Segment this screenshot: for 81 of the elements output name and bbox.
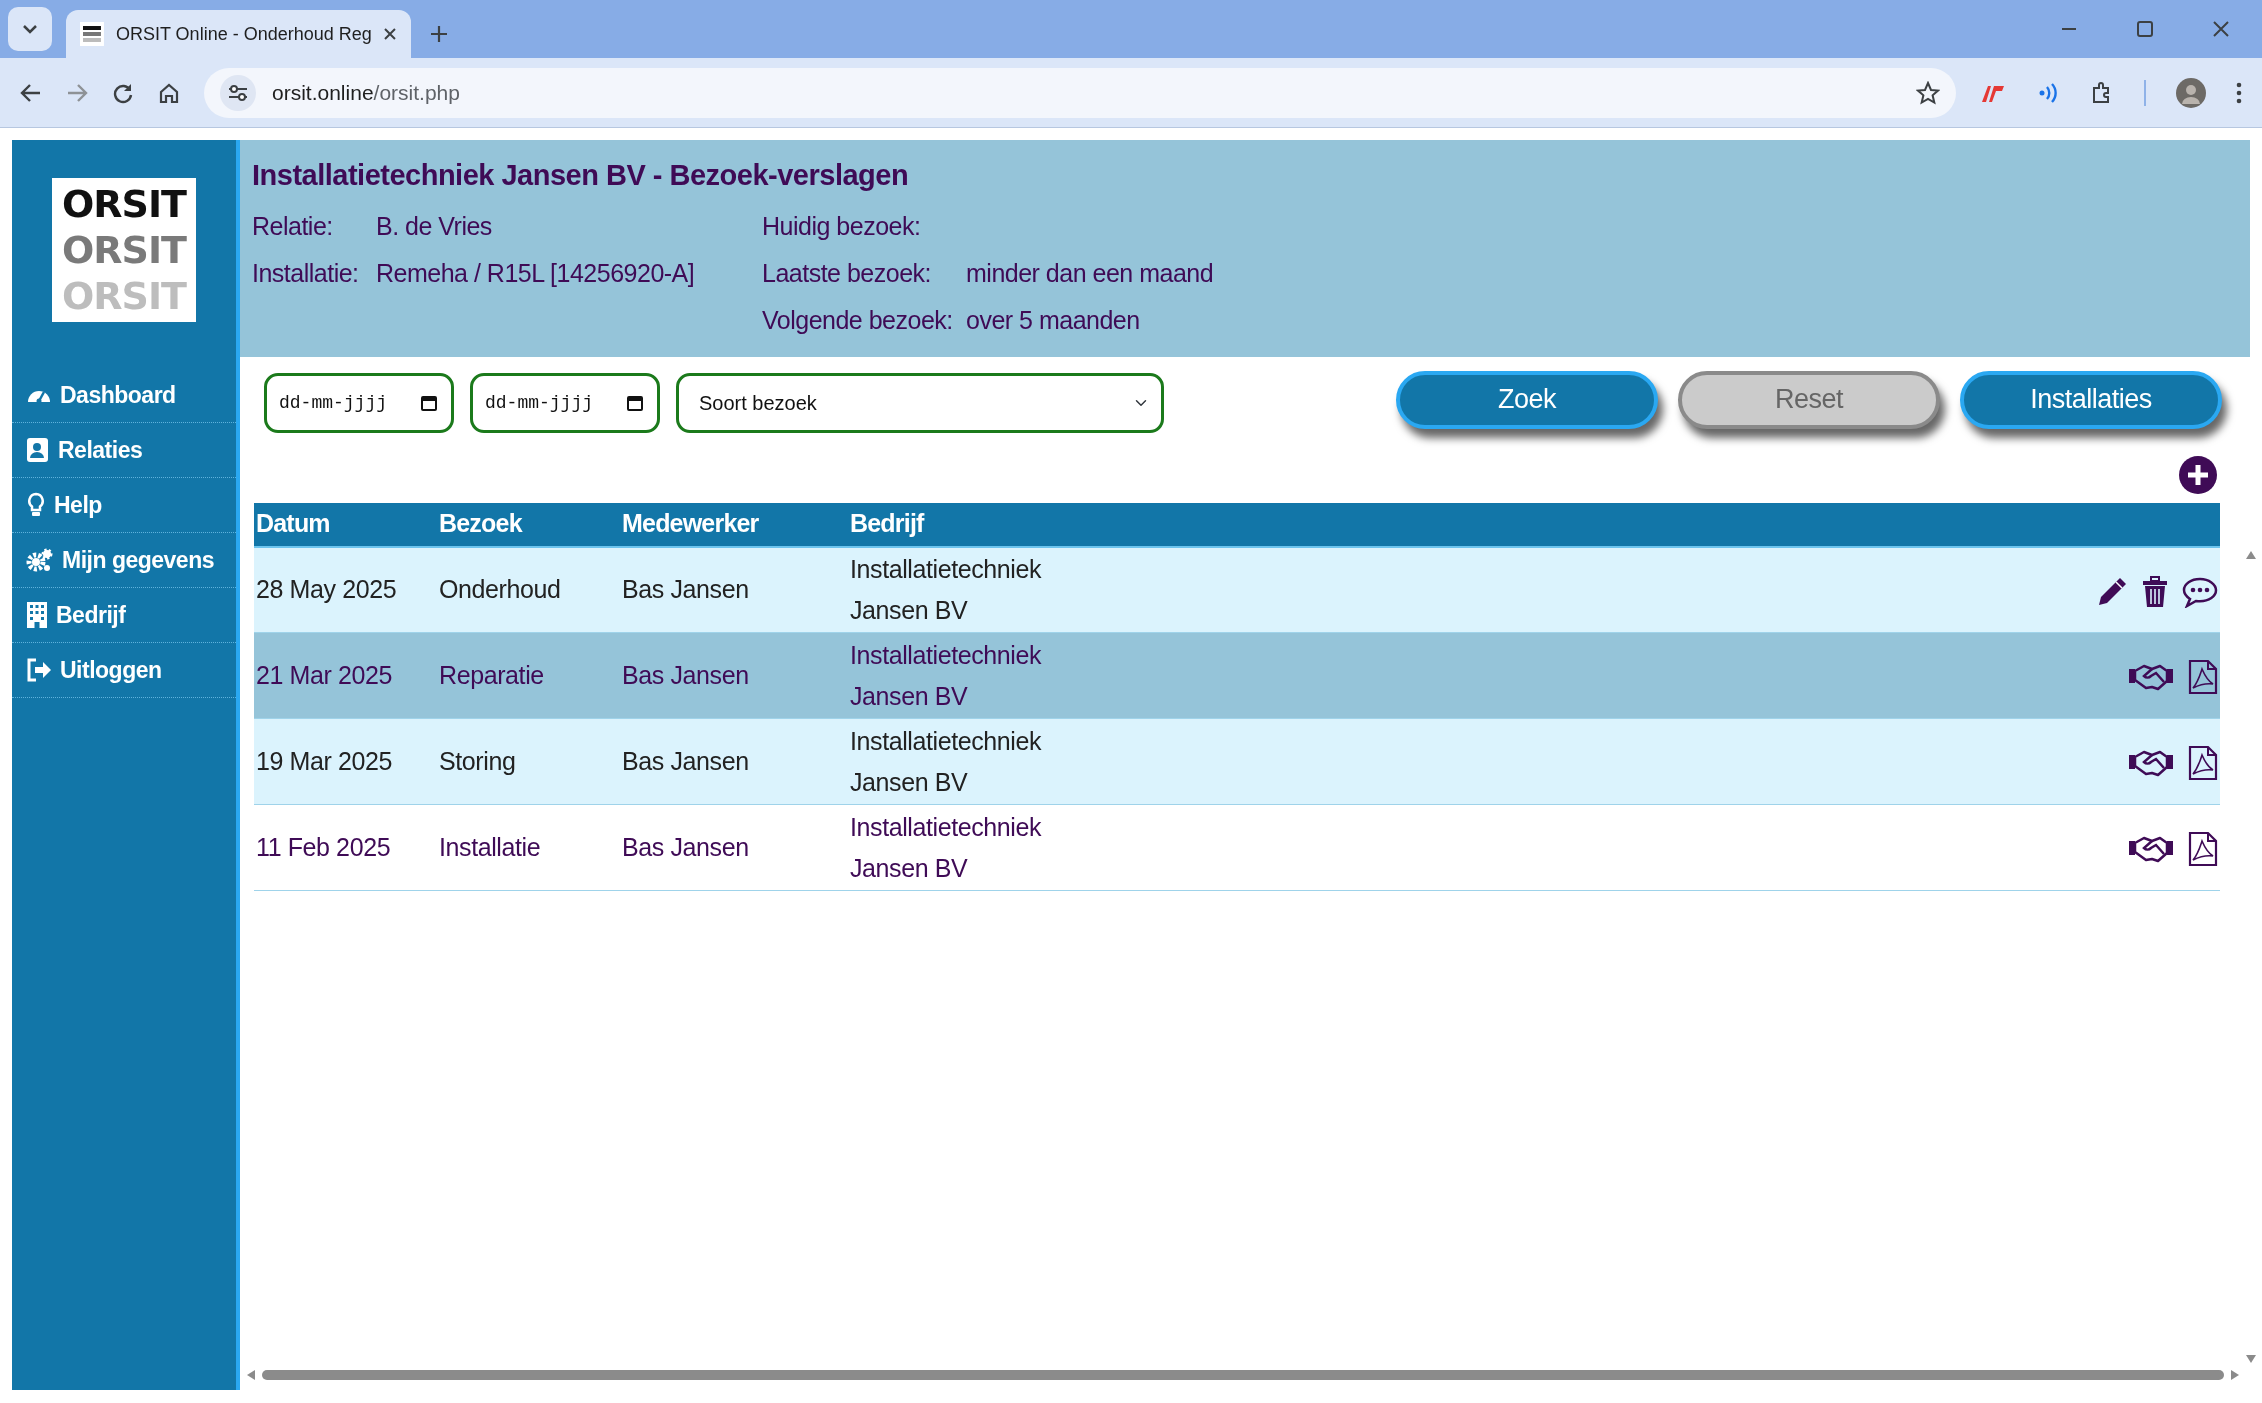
column-header: Datum bbox=[254, 502, 437, 547]
table-cell: Installatietechniek Jansen BV bbox=[848, 804, 1044, 891]
address-bar[interactable]: orsit.online/orsit.php bbox=[204, 67, 1956, 118]
menu-icon[interactable] bbox=[2236, 81, 2242, 104]
tab-title: ORSIT Online - Onderhoud Reg bbox=[115, 22, 372, 46]
date-field[interactable]: dd-mm-jjjj bbox=[470, 372, 660, 433]
sidebar-item[interactable]: Mijn gegevens bbox=[12, 533, 236, 588]
table-cell: Bas Jansen bbox=[620, 718, 848, 805]
table-cell: Installatietechniek Jansen BV bbox=[848, 718, 1044, 805]
new-tab-icon[interactable] bbox=[429, 24, 449, 44]
action-button[interactable]: Installaties bbox=[1960, 370, 2222, 429]
calendar-icon[interactable] bbox=[420, 393, 438, 412]
pdf-file-icon[interactable] bbox=[2188, 745, 2218, 782]
contact-card-icon bbox=[26, 437, 50, 463]
wireless-icon[interactable] bbox=[2038, 81, 2060, 104]
scroll-left-icon[interactable] bbox=[246, 1369, 256, 1381]
field-label: Relatie: bbox=[252, 211, 334, 243]
table-cell: Installatie bbox=[437, 804, 620, 891]
field-label: Laatste bezoek: bbox=[762, 258, 932, 290]
field-label: Installatie: bbox=[252, 258, 360, 290]
chevron-down-icon bbox=[22, 24, 38, 34]
logo: ORSIT ORSIT ORSIT bbox=[52, 178, 196, 322]
add-icon[interactable] bbox=[2178, 454, 2218, 495]
handshake-icon[interactable] bbox=[2128, 748, 2174, 779]
action-button[interactable]: Zoek bbox=[1396, 370, 1658, 429]
scroll-down-icon[interactable] bbox=[2245, 1354, 2257, 1364]
handshake-icon[interactable] bbox=[2128, 834, 2174, 865]
table-cell: Storing bbox=[437, 718, 620, 805]
date-field[interactable]: dd-mm-jjjj bbox=[264, 372, 454, 433]
trash-icon[interactable] bbox=[2142, 575, 2168, 608]
table-cell: 28 May 2025 bbox=[254, 546, 437, 633]
handshake-icon[interactable] bbox=[2128, 662, 2174, 693]
table-cell: Reparatie bbox=[437, 632, 620, 719]
site-settings-icon[interactable] bbox=[220, 74, 256, 111]
pencil-icon[interactable] bbox=[2096, 575, 2128, 608]
pdf-file-icon[interactable] bbox=[2188, 831, 2218, 868]
browser-tab[interactable]: ORSIT Online - Onderhoud Reg bbox=[66, 10, 411, 58]
sidebar-item[interactable]: Uitloggen bbox=[12, 643, 236, 698]
visit-type-select[interactable]: Soort bezoek bbox=[676, 372, 1164, 433]
field-value: minder dan een maand bbox=[966, 258, 1214, 290]
star-icon[interactable] bbox=[1916, 80, 1940, 105]
speech-bubble-icon[interactable] bbox=[2182, 575, 2218, 608]
column-header: Bedrijf bbox=[848, 502, 1044, 547]
favicon-icon bbox=[80, 22, 104, 46]
column-header: Medewerker bbox=[620, 502, 848, 547]
close-icon[interactable] bbox=[383, 27, 397, 41]
table-cell: Installatietechniek Jansen BV bbox=[848, 632, 1044, 719]
url-text: orsit.online/orsit.php bbox=[272, 79, 461, 106]
maximize-icon[interactable] bbox=[2136, 20, 2154, 38]
sidebar-item[interactable]: Bedrijf bbox=[12, 588, 236, 643]
table-cell: Installatietechniek Jansen BV bbox=[848, 546, 1044, 633]
table-cell: 21 Mar 2025 bbox=[254, 632, 437, 719]
close-icon[interactable] bbox=[2212, 20, 2230, 38]
scroll-right-icon[interactable] bbox=[2230, 1369, 2240, 1381]
column-header: Bezoek bbox=[437, 502, 620, 547]
table-cell: Onderhoud bbox=[437, 546, 620, 633]
sidebar-item[interactable]: Relaties bbox=[12, 423, 236, 478]
page-title: Installatietechniek Jansen BV - Bezoek-verslagen bbox=[252, 158, 910, 193]
scroll-up-icon[interactable] bbox=[2245, 550, 2257, 560]
logout-icon bbox=[26, 658, 52, 682]
avatar-icon[interactable] bbox=[2176, 77, 2206, 108]
field-value: Remeha / R15L [14256920-A] bbox=[376, 258, 695, 290]
pdf-file-icon[interactable] bbox=[2188, 659, 2218, 696]
table-cell: Bas Jansen bbox=[620, 804, 848, 891]
field-value: B. de Vries bbox=[376, 211, 492, 243]
calendar-icon[interactable] bbox=[626, 393, 644, 412]
sidebar-item[interactable]: Help bbox=[12, 478, 236, 533]
gears-icon bbox=[26, 547, 54, 573]
field-label: Huidig bezoek: bbox=[762, 211, 922, 243]
home-icon[interactable] bbox=[158, 81, 180, 104]
lightbulb-icon bbox=[26, 492, 46, 518]
table-cell: 19 Mar 2025 bbox=[254, 718, 437, 805]
sliders-icon bbox=[228, 84, 248, 101]
sidebar-item[interactable]: Dashboard bbox=[12, 368, 236, 423]
table-cell: 11 Feb 2025 bbox=[254, 804, 437, 891]
back-icon[interactable] bbox=[20, 82, 42, 103]
table-cell: Bas Jansen bbox=[620, 546, 848, 633]
field-value: over 5 maanden bbox=[966, 305, 1140, 337]
field-label: Volgende bezoek: bbox=[762, 305, 954, 337]
building-icon bbox=[26, 601, 48, 629]
table-cell: Bas Jansen bbox=[620, 632, 848, 719]
